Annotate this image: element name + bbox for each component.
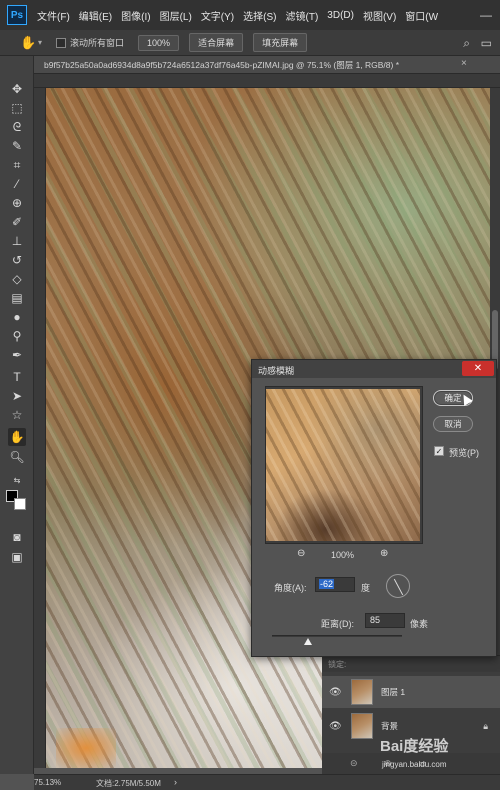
angle-dial[interactable] [386, 574, 410, 598]
layer-name: 背景 [381, 721, 399, 731]
menu-image[interactable]: 图像(I) [121, 8, 150, 23]
search-icon[interactable]: ⌕ [463, 36, 470, 51]
eye-icon[interactable]: 👁︎ [329, 721, 342, 732]
angle-value: -62 [319, 579, 335, 589]
menu-view[interactable]: 视图(V) [363, 8, 396, 23]
image-highlight [56, 728, 116, 768]
preview-label: 预览(P) [449, 448, 479, 458]
path-select-icon[interactable]: ➤ [8, 387, 26, 405]
zoom-in-icon[interactable]: ⊕ [380, 548, 388, 559]
menu-filter[interactable]: 滤镜(T) [286, 8, 319, 23]
distance-slider-track[interactable] [272, 635, 402, 637]
lasso-icon[interactable]: ᘓ [8, 118, 26, 136]
history-brush-icon[interactable]: ↺ [8, 251, 26, 269]
eye-icon[interactable]: 👁︎ [329, 687, 342, 698]
shape-icon[interactable]: ☆ [8, 406, 26, 424]
motion-blur-dialog: 动感模糊 ✕ ⊖ 100% ⊕ 确定 取消 ✓ 预览(P) 角度(A): -62… [251, 359, 497, 657]
document-tab[interactable]: b9f57b25a50a0ad6934d8a9f5b724a6512a37df7… [34, 56, 500, 74]
photoshop-logo: Ps [7, 5, 27, 25]
watermark-url: jingyan.baidu.com [382, 760, 447, 769]
menu-3d[interactable]: 3D(D) [327, 10, 354, 21]
status-bar: 75.13% 文档:2.75M/5.50M › [34, 774, 500, 790]
hand-tool-icon[interactable]: ✋ [20, 35, 36, 51]
minimize-button[interactable]: — [480, 8, 492, 22]
ruler-horizontal [34, 74, 500, 88]
layer-name: 图层 1 [381, 687, 406, 697]
layers-lock-row: 锁定: [322, 656, 500, 672]
layer-thumbnail [351, 713, 373, 739]
status-zoom[interactable]: 75.13% [34, 778, 61, 787]
background-color-swatch[interactable] [14, 498, 26, 510]
blur-icon[interactable]: ● [8, 308, 26, 326]
crop-icon[interactable]: ⌗ [8, 156, 26, 174]
healing-icon[interactable]: ⊕ [8, 194, 26, 212]
layer-row-1[interactable]: 👁︎ 图层 1 [322, 676, 500, 708]
eraser-icon[interactable]: ◇ [8, 270, 26, 288]
zoom-100-button[interactable]: 100% [138, 34, 180, 51]
dialog-title: 动感模糊 [258, 366, 295, 376]
zoom-icon[interactable]: 🔍︎ [8, 448, 26, 466]
cancel-button[interactable]: 取消 [433, 416, 473, 432]
menu-file[interactable]: 文件(F) [37, 8, 70, 23]
menu-bar: Ps 文件(F) 编辑(E) 图像(I) 图层(L) 文字(Y) 选择(S) 滤… [0, 0, 500, 30]
layer-thumbnail [351, 679, 373, 705]
lock-icon: 🔒︎ [483, 720, 488, 731]
gradient-icon[interactable]: ▤ [8, 289, 26, 307]
pen-icon[interactable]: ✒ [8, 346, 26, 364]
swap-colors-icon[interactable]: ⇆ [8, 472, 26, 490]
workspace-icon[interactable]: ▭ [481, 36, 492, 50]
chevron-down-icon[interactable]: ▾ [38, 38, 42, 47]
status-arrow-icon[interactable]: › [174, 777, 177, 787]
distance-label: 距离(D): [321, 619, 354, 629]
quick-select-icon[interactable]: ✎ [8, 137, 26, 155]
angle-input[interactable]: -62 [315, 577, 355, 592]
eyedropper-icon[interactable]: ⁄ [8, 175, 26, 193]
close-button[interactable]: ✕ [462, 361, 494, 376]
distance-unit: 像素 [410, 619, 429, 629]
preview-image[interactable] [266, 389, 420, 541]
status-doc-size: 文档:2.75M/5.50M [96, 779, 161, 788]
options-bar: ✋ ▾ 滚动所有窗口 100% 适合屏幕 填充屏幕 ⌕ ▭ [0, 30, 500, 56]
close-document-icon[interactable]: × [461, 58, 467, 69]
distance-slider-thumb[interactable] [304, 638, 313, 645]
hand-icon[interactable]: ✋ [8, 428, 26, 446]
menu-edit[interactable]: 编辑(E) [79, 8, 112, 23]
zoom-out-icon[interactable]: ⊖ [297, 548, 305, 559]
dialog-title-bar[interactable]: 动感模糊 ✕ [252, 360, 496, 378]
scroll-all-windows-checkbox[interactable] [56, 37, 67, 48]
menu-layer[interactable]: 图层(L) [160, 8, 192, 23]
watermark-logo: Bai度经验 [380, 738, 449, 755]
distance-input[interactable]: 85 [365, 613, 405, 628]
angle-dial-line [393, 578, 404, 596]
layers-panel: 锁定: 👁︎ 图层 1 👁︎ 背景 🔒︎ ⊝ ⊕ ▭ [322, 655, 500, 775]
fill-screen-button[interactable]: 填充屏幕 [253, 33, 308, 52]
fit-screen-button[interactable]: 适合屏幕 [189, 33, 244, 52]
stamp-icon[interactable]: ⊥ [8, 232, 26, 250]
angle-unit: 度 [361, 583, 371, 593]
brush-icon[interactable]: ✐ [8, 213, 26, 231]
screen-mode-icon[interactable]: ▣ [8, 548, 26, 566]
scroll-all-windows-label: 滚动所有窗口 [70, 38, 125, 48]
ruler-vertical [34, 88, 46, 768]
menu-type[interactable]: 文字(Y) [201, 8, 234, 23]
preview-checkbox[interactable]: ✓ [434, 446, 444, 456]
menu-select[interactable]: 选择(S) [243, 8, 276, 23]
move-icon[interactable]: ✥ [8, 80, 26, 98]
dodge-icon[interactable]: ⚲ [8, 327, 26, 345]
quick-mask-icon[interactable]: ◙ [8, 528, 26, 546]
toolbar: ✥ ⬚ ᘓ ✎ ⌗ ⁄ ⊕ ✐ ⊥ ↺ ◇ ▤ ● ⚲ ✒ T ➤ ☆ ✋ 🔍︎… [0, 56, 34, 774]
document-title: b9f57b25a50a0ad6934d8a9f5b724a6512a37df7… [44, 60, 400, 70]
menu-window[interactable]: 窗口(W [405, 8, 438, 23]
angle-label: 角度(A): [274, 583, 307, 593]
marquee-icon[interactable]: ⬚ [8, 99, 26, 117]
preview-zoom-level: 100% [331, 550, 355, 560]
type-icon[interactable]: T [8, 368, 26, 386]
